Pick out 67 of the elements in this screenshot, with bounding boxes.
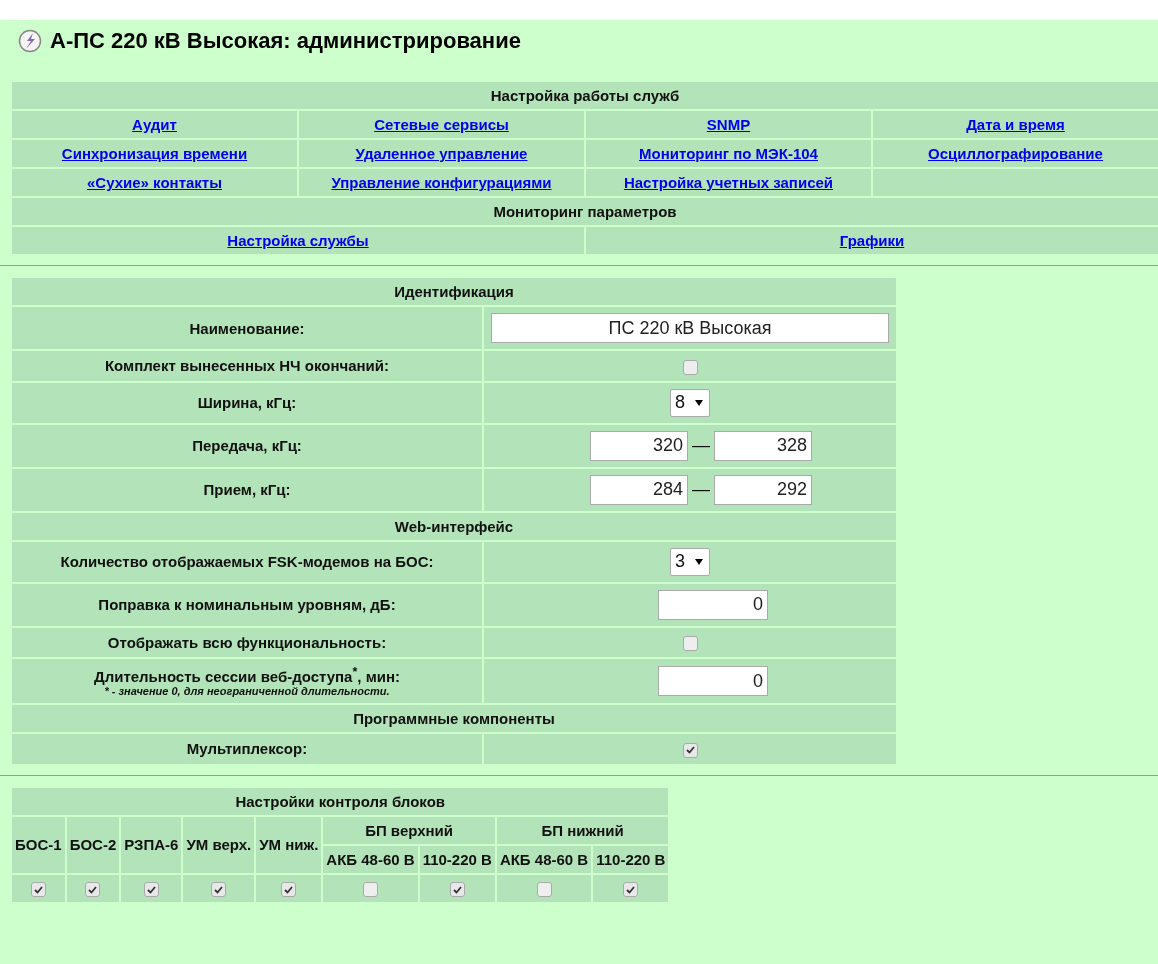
dropdown[interactable]: 3 (670, 547, 710, 576)
column-header: РЗПА-6 (121, 816, 182, 873)
checkmark-icon (214, 885, 224, 894)
setting-note: * - значение 0, для неограниченной длительности. (103, 685, 391, 698)
column-header: 110-220 В (593, 845, 669, 873)
section-heading: Настройка работы служб (12, 82, 1158, 109)
checkmark-icon (88, 885, 98, 894)
checkbox[interactable] (449, 882, 465, 898)
number-field[interactable]: 0 (658, 589, 768, 620)
setting-label: Передача, кГц: (191, 437, 303, 455)
column-group-header: БП нижний (496, 816, 669, 844)
checkmark-icon (626, 885, 636, 894)
section-heading: Идентификация (12, 278, 896, 305)
checkbox[interactable] (211, 882, 227, 898)
checkmark-icon (685, 746, 695, 755)
range-dash: — (692, 479, 710, 501)
checkbox[interactable] (682, 636, 698, 652)
service-link[interactable]: SNMP (706, 116, 751, 133)
to-field[interactable]: 292 (714, 474, 812, 505)
lightning-logo-icon (18, 29, 42, 53)
checkbox[interactable] (682, 742, 698, 758)
service-link[interactable]: Аудит (132, 116, 177, 133)
range-dash: — (692, 435, 710, 457)
checkbox[interactable] (30, 882, 46, 898)
checkbox[interactable] (623, 882, 639, 898)
checkmark-icon (452, 885, 462, 894)
checkmark-icon (146, 885, 156, 894)
checkbox[interactable] (682, 359, 698, 375)
section-heading: Настройки контроля блоков (12, 787, 669, 815)
to-field[interactable]: 328 (714, 430, 812, 461)
name-field[interactable]: ПС 220 кВ Высокая (491, 313, 889, 343)
setting-label: Комплект вынесенных НЧ окончаний: (103, 357, 391, 375)
checkbox[interactable] (363, 882, 378, 898)
setting-label: Длительность сессии веб-доступа$^{*}$, мин: (92, 665, 402, 686)
from-field[interactable]: 284 (590, 474, 688, 505)
checkbox[interactable] (85, 882, 101, 898)
setting-label: Количество отображаемых FSK-модемов на БОС: (59, 553, 435, 571)
checkbox[interactable] (281, 882, 297, 898)
column-header: УМ верх. (183, 816, 255, 873)
column-header: АКБ 48-60 В (323, 845, 418, 873)
column-group-header: БП верхний (323, 816, 495, 844)
from-field[interactable]: 320 (590, 430, 688, 461)
column-header: 110-220 В (419, 845, 495, 873)
section-heading: Программные компоненты (12, 705, 896, 733)
monitoring-link[interactable]: Графики (839, 232, 905, 249)
section-heading: Web-интерфейс (12, 512, 896, 540)
number-field[interactable]: 0 (658, 666, 768, 697)
dropdown[interactable]: 8 (670, 388, 710, 417)
checkbox[interactable] (536, 882, 552, 898)
setting-label: Мультиплексор: (185, 740, 309, 758)
page-title: А-ПС 220 кВ Высокая: администрирование (50, 28, 521, 54)
column-header: БОС-2 (66, 816, 120, 873)
checkbox[interactable] (143, 882, 159, 898)
setting-label: Ширина, кГц: (196, 394, 298, 412)
setting-label: Отображать всю функциональность: (106, 633, 388, 651)
checkmark-icon (284, 885, 294, 894)
checkmark-icon (33, 885, 43, 894)
setting-label: Прием, кГц: (202, 481, 292, 499)
column-header: УМ ниж. (256, 816, 322, 873)
section-heading: Мониторинг параметров (12, 198, 1158, 225)
column-header: АКБ 48-60 В (496, 845, 592, 873)
setting-label: Поправка к номинальным уровням, дБ: (97, 596, 397, 614)
setting-label: Наименование: (188, 319, 306, 337)
caret-icon (695, 558, 703, 565)
column-header: БОС-1 (12, 816, 65, 873)
caret-icon (695, 399, 703, 406)
monitoring-link[interactable]: Настройка службы (227, 232, 369, 249)
